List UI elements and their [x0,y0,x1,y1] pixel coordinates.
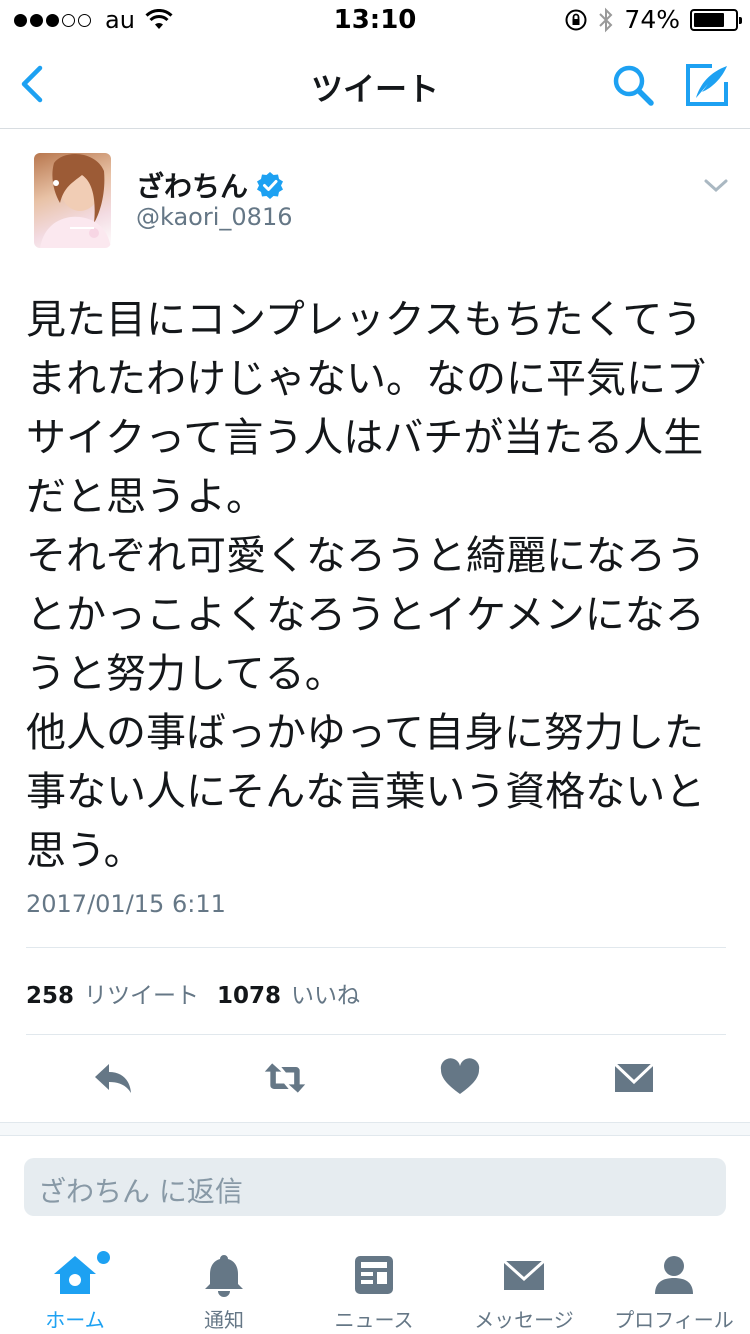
tweet-line: 事ない人にそんな言葉いう資格ないと [26,769,706,815]
heart-icon[interactable] [438,1056,482,1100]
bluetooth-icon [599,7,613,32]
like-label[interactable]: いいね [291,976,360,1010]
tab-label: プロフィール [614,1308,734,1332]
divider [26,1034,726,1035]
tweet-actions [0,1056,750,1106]
verified-badge-icon [257,172,284,199]
retweet-label[interactable]: リツイート [84,976,199,1010]
tab-messages[interactable]: メッセージ [449,1240,599,1334]
author-name[interactable]: ざわちん [136,165,284,205]
tab-bar: ホーム 通知 ニュース メッセージ プロフィール [0,1240,750,1334]
status-right: 74% [564,5,742,34]
retweet-icon[interactable] [263,1056,307,1100]
divider [26,947,726,948]
orientation-lock-icon [565,9,587,30]
tweet-line: うと努力してる。 [26,651,345,697]
envelope-icon[interactable] [612,1056,656,1100]
tab-label: ホーム [45,1308,105,1332]
tweet-line: 他人の事ばっかゆって自身に努力した [26,710,704,756]
news-icon [355,1256,393,1294]
tweet-text: 見た目にコンプレックスもちたくてう まれたわけじゃない。なのに平気にブ サイクっ… [26,291,726,881]
author-display-name[interactable]: ざわちん [136,165,248,205]
chevron-down-icon[interactable] [703,176,729,196]
bell-icon [205,1255,243,1297]
tweet-line: だと思うよ。 [26,474,266,520]
status-bar: au 13:10 74% [0,0,750,40]
tweet-line: サイクって言う人はバチが当たる人生 [26,415,704,461]
person-icon [655,1256,693,1294]
tab-label: メッセージ [474,1308,574,1332]
avatar-image [40,153,111,248]
retweet-count[interactable]: 258 [26,983,74,1009]
reply-input[interactable]: ざわちん に返信 [24,1158,726,1216]
tab-label: ニュース [334,1308,414,1332]
home-icon [54,1256,96,1294]
tab-news[interactable]: ニュース [299,1240,449,1334]
compose-tweet-icon[interactable] [682,60,732,110]
tweet-line: 思う。 [26,828,144,874]
tweet-timestamp: 2017/01/15 6:11 [26,890,226,918]
envelope-icon [502,1259,546,1290]
author-handle[interactable]: @kaori_0816 [136,203,292,231]
section-separator [0,1122,750,1136]
nav-bar: ツイート [0,40,750,129]
tab-notifications[interactable]: 通知 [149,1240,299,1334]
search-icon[interactable] [608,60,658,110]
tweet-line: それぞれ可愛くなろうと綺麗になろう [26,533,706,579]
reply-placeholder: ざわちん に返信 [38,1175,243,1208]
battery-percent: 74% [624,5,680,34]
tab-profile[interactable]: プロフィール [599,1240,749,1334]
tweet-line: まれたわけじゃない。なのに平気にブ [26,356,706,402]
notification-dot [97,1251,110,1264]
author-avatar[interactable] [34,153,111,248]
tab-label: 通知 [204,1308,244,1332]
battery-icon [690,8,742,31]
like-count[interactable]: 1078 [217,983,281,1009]
reply-icon[interactable] [91,1056,135,1100]
tweet-line: 見た目にコンプレックスもちたくてう [26,297,703,343]
tweet-stats: 258 リツイート 1078 いいね [26,976,378,1010]
tab-home[interactable]: ホーム [0,1240,150,1334]
tweet-line: とかっこよくなろうとイケメンになろ [26,592,705,638]
